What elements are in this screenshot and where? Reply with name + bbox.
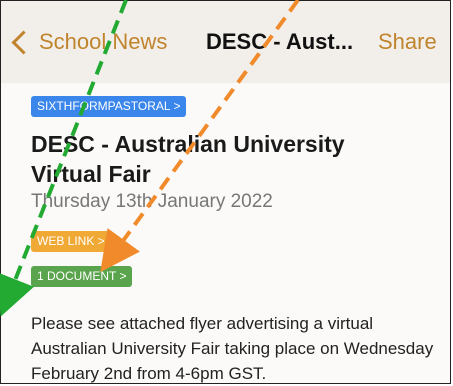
navigation-bar: School News DESC - Aust... Share xyxy=(1,1,450,84)
chevron-left-icon[interactable] xyxy=(11,30,36,55)
share-button[interactable]: Share xyxy=(378,29,437,55)
article-date: Thursday 13th January 2022 xyxy=(31,191,273,212)
page-title: DESC - Aust... xyxy=(206,29,354,54)
web-link-button[interactable]: WEB LINK > xyxy=(31,231,111,252)
back-button[interactable]: School News xyxy=(39,29,167,55)
article-body: Please see attached flyer advertising a … xyxy=(31,314,434,383)
news-article: SIXTHFORMPASTORAL > DESC - Australian Un… xyxy=(1,83,450,383)
article-title: DESC - Australian University Virtual Fai… xyxy=(31,131,345,187)
documents-button[interactable]: 1 DOCUMENT > xyxy=(31,266,133,287)
category-badge[interactable]: SIXTHFORMPASTORAL > xyxy=(31,96,187,117)
phone-screen: School News DESC - Aust... Share SIXTHFO… xyxy=(0,0,451,384)
